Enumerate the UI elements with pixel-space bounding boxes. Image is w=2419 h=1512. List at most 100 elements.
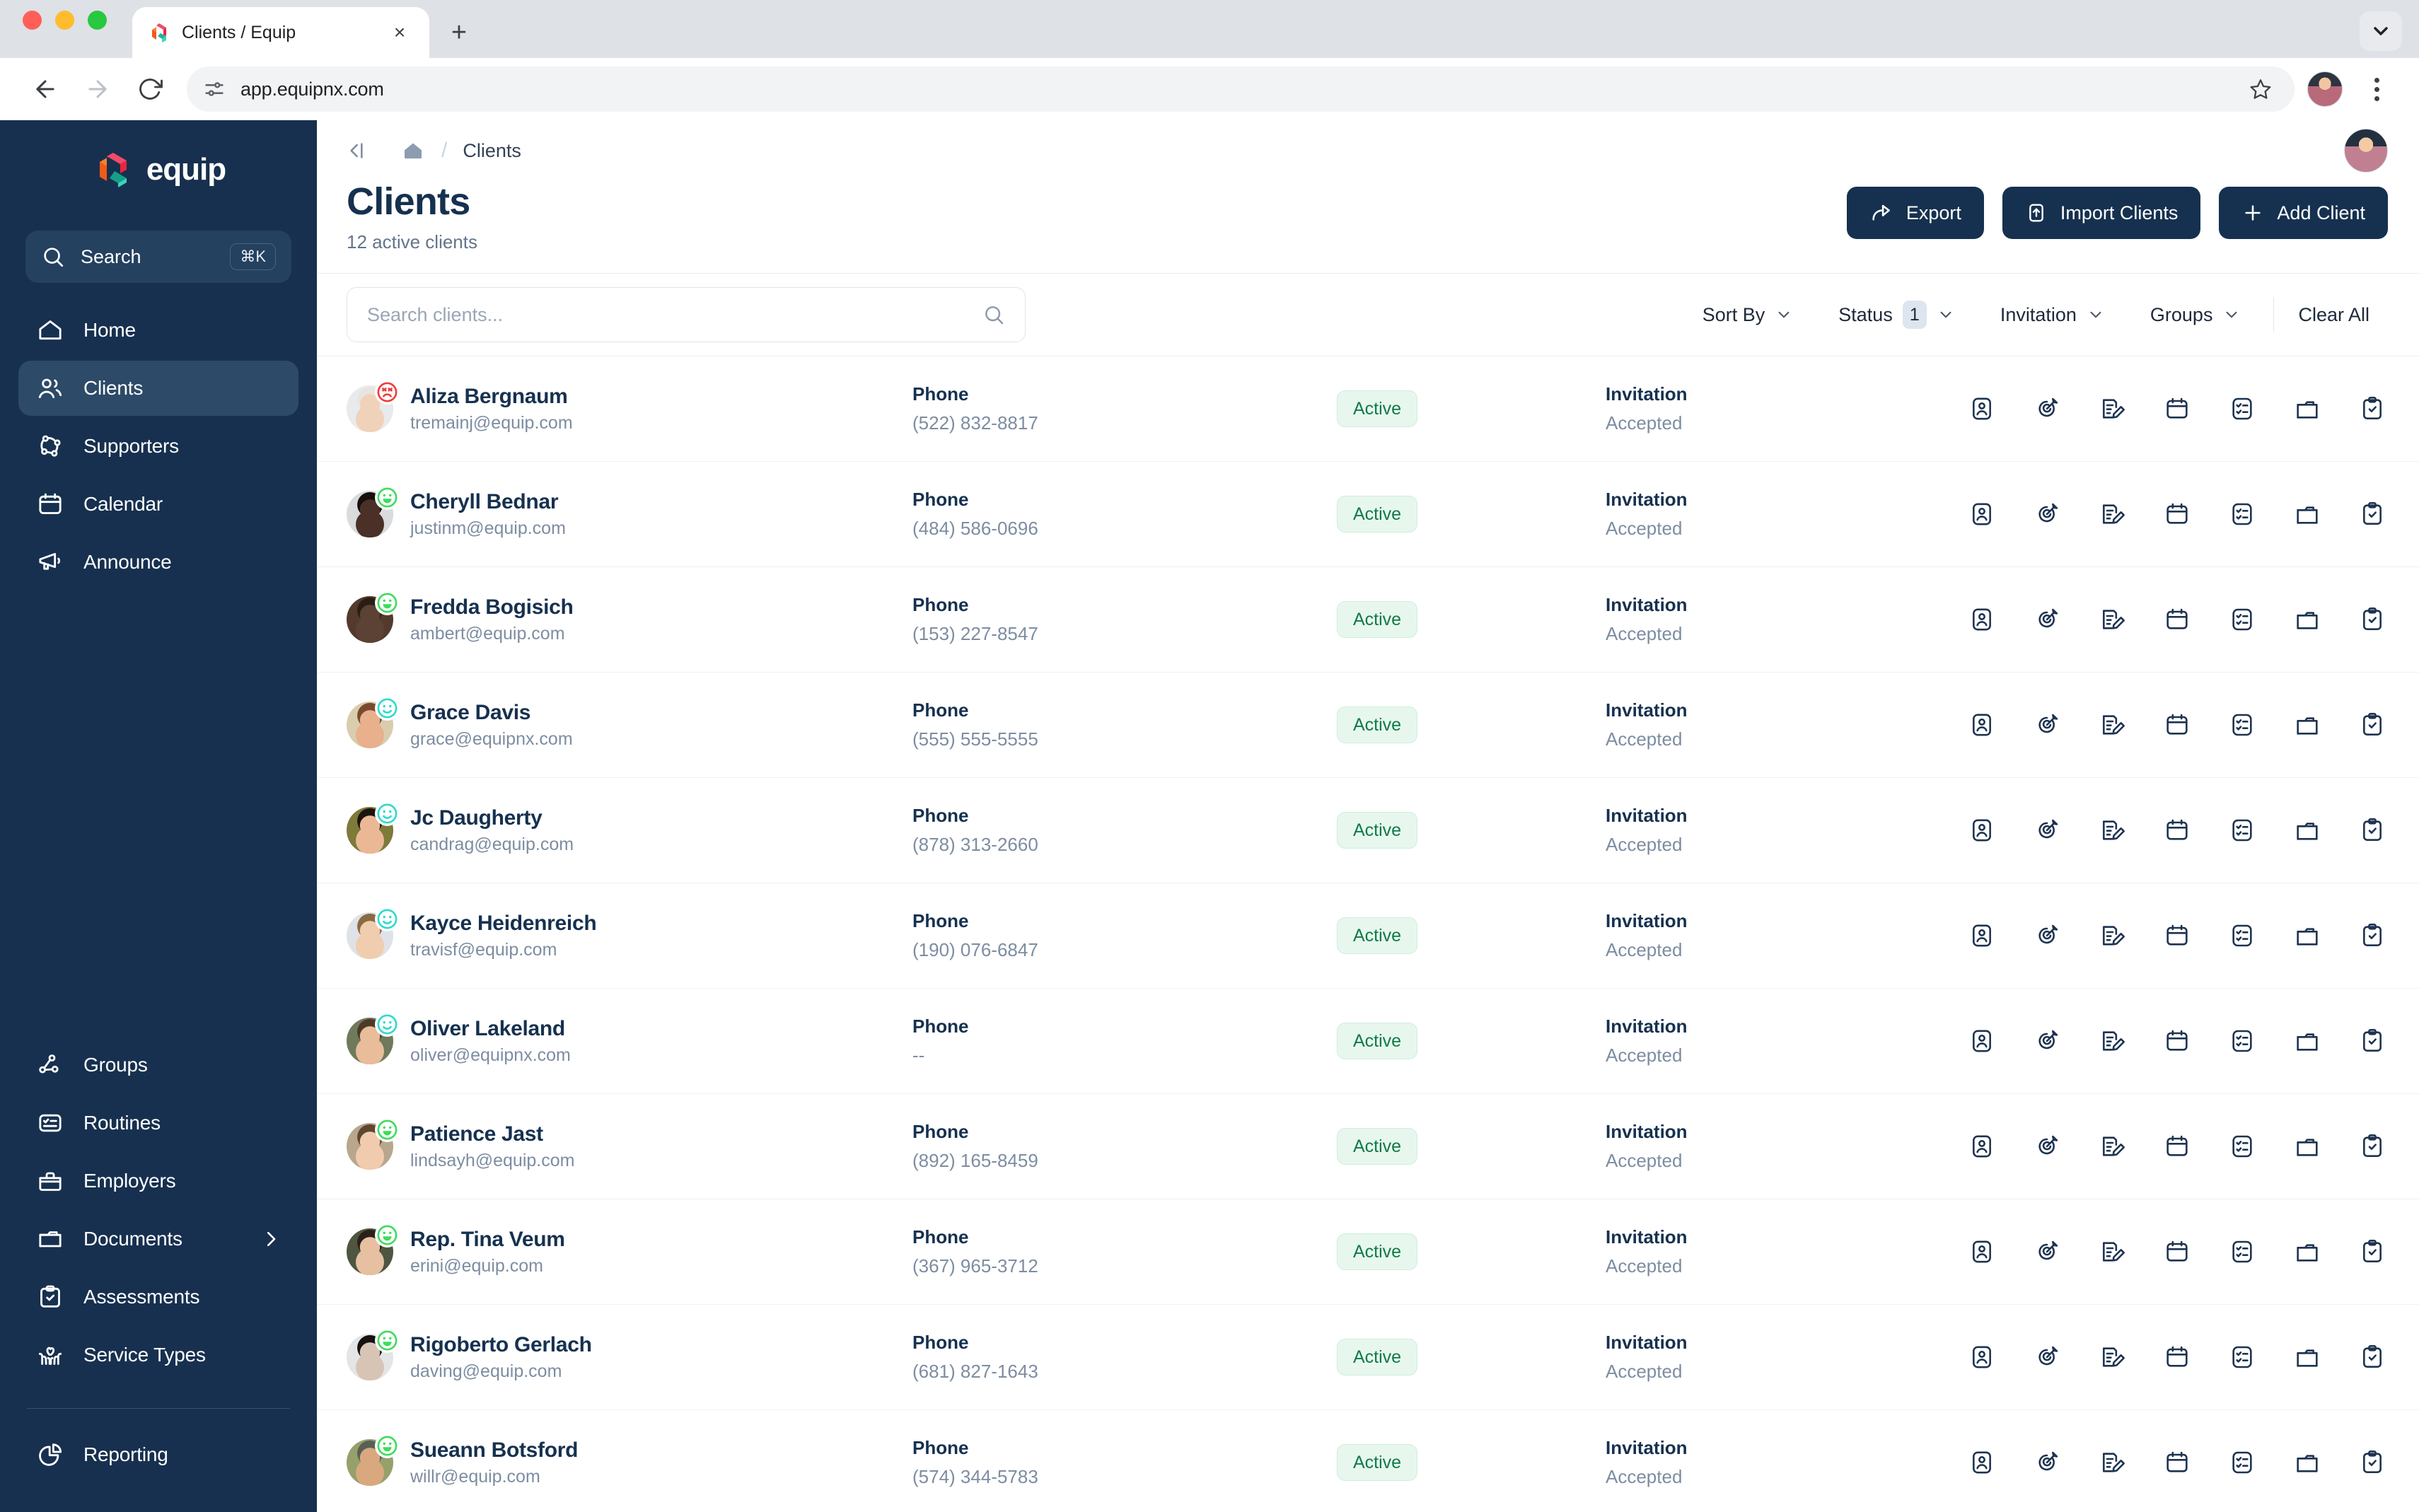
notes-edit-icon[interactable]: [2096, 499, 2128, 530]
table-row[interactable]: Aliza Bergnaumtremainj@equip.comPhone(52…: [317, 356, 2419, 462]
documents-folder-icon[interactable]: [2292, 604, 2323, 635]
profile-card-icon[interactable]: [1966, 1131, 1997, 1162]
assessments-clipboard-icon[interactable]: [2357, 1131, 2388, 1162]
profile-card-icon[interactable]: [1966, 815, 1997, 846]
notes-edit-icon[interactable]: [2096, 1342, 2128, 1373]
client-cell[interactable]: Jc Daughertycandrag@equip.com: [347, 806, 912, 855]
search-input[interactable]: [367, 304, 974, 326]
add-client-button[interactable]: Add Client: [2219, 187, 2388, 239]
back-button[interactable]: [21, 65, 69, 113]
filter-status[interactable]: Status 1: [1816, 301, 1978, 329]
notes-edit-icon[interactable]: [2096, 1236, 2128, 1267]
profile-card-icon[interactable]: [1966, 709, 1997, 740]
profile-card-icon[interactable]: [1966, 1025, 1997, 1057]
table-row[interactable]: Cheryll Bednarjustinm@equip.comPhone(484…: [317, 462, 2419, 567]
client-cell[interactable]: Kayce Heidenreichtravisf@equip.com: [347, 912, 912, 960]
avatar-with-mood[interactable]: [347, 1228, 393, 1275]
calendar-icon[interactable]: [2162, 920, 2193, 951]
avatar-with-mood[interactable]: [347, 1018, 393, 1064]
documents-folder-icon[interactable]: [2292, 1131, 2323, 1162]
notes-edit-icon[interactable]: [2096, 709, 2128, 740]
routines-checklist-icon[interactable]: [2227, 815, 2258, 846]
routines-checklist-icon[interactable]: [2227, 499, 2258, 530]
calendar-icon[interactable]: [2162, 604, 2193, 635]
assessments-clipboard-icon[interactable]: [2357, 920, 2388, 951]
routines-checklist-icon[interactable]: [2227, 1447, 2258, 1478]
notes-edit-icon[interactable]: [2096, 1025, 2128, 1057]
documents-folder-icon[interactable]: [2292, 920, 2323, 951]
assessments-clipboard-icon[interactable]: [2357, 1447, 2388, 1478]
sidebar-item-assessments[interactable]: Assessments: [18, 1269, 298, 1325]
site-settings-icon[interactable]: [202, 77, 226, 101]
table-row[interactable]: Sueann Botsfordwillr@equip.comPhone(574)…: [317, 1410, 2419, 1512]
notes-edit-icon[interactable]: [2096, 920, 2128, 951]
import-clients-button[interactable]: Import Clients: [2002, 187, 2201, 239]
routines-checklist-icon[interactable]: [2227, 1236, 2258, 1267]
export-button[interactable]: Export: [1847, 187, 1984, 239]
tab-close-icon[interactable]: ×: [385, 18, 414, 47]
tab-list-chevron-down-icon[interactable]: [2360, 11, 2402, 51]
calendar-icon[interactable]: [2162, 1342, 2193, 1373]
goals-target-icon[interactable]: [2031, 815, 2063, 846]
avatar-with-mood[interactable]: [347, 1334, 393, 1380]
goals-target-icon[interactable]: [2031, 1342, 2063, 1373]
assessments-clipboard-icon[interactable]: [2357, 499, 2388, 530]
assessments-clipboard-icon[interactable]: [2357, 1342, 2388, 1373]
avatar-with-mood[interactable]: [347, 1123, 393, 1170]
routines-checklist-icon[interactable]: [2227, 1131, 2258, 1162]
profile-card-icon[interactable]: [1966, 1342, 1997, 1373]
reload-button[interactable]: [126, 65, 174, 113]
table-row[interactable]: Patience Jastlindsayh@equip.comPhone(892…: [317, 1094, 2419, 1199]
assessments-clipboard-icon[interactable]: [2357, 1236, 2388, 1267]
clear-all-button[interactable]: Clear All: [2284, 304, 2388, 326]
client-cell[interactable]: Rigoberto Gerlachdaving@equip.com: [347, 1333, 912, 1382]
search-clients-field[interactable]: [347, 287, 1026, 342]
sidebar-item-employers[interactable]: Employers: [18, 1153, 298, 1209]
profile-card-icon[interactable]: [1966, 920, 1997, 951]
address-bar[interactable]: app.equipnx.com: [187, 66, 2295, 112]
sidebar-item-groups[interactable]: Groups: [18, 1037, 298, 1093]
table-row[interactable]: Jc Daughertycandrag@equip.comPhone(878) …: [317, 778, 2419, 883]
profile-card-icon[interactable]: [1966, 604, 1997, 635]
calendar-icon[interactable]: [2162, 709, 2193, 740]
assessments-clipboard-icon[interactable]: [2357, 709, 2388, 740]
maximize-window-button[interactable]: [88, 11, 107, 30]
documents-folder-icon[interactable]: [2292, 393, 2323, 424]
filter-invitation[interactable]: Invitation: [1978, 304, 2128, 326]
avatar-with-mood[interactable]: [347, 807, 393, 854]
routines-checklist-icon[interactable]: [2227, 1342, 2258, 1373]
routines-checklist-icon[interactable]: [2227, 709, 2258, 740]
sidebar-item-supporters[interactable]: Supporters: [18, 419, 298, 474]
profile-card-icon[interactable]: [1966, 499, 1997, 530]
routines-checklist-icon[interactable]: [2227, 920, 2258, 951]
browser-profile-avatar[interactable]: [2307, 71, 2343, 107]
calendar-icon[interactable]: [2162, 1025, 2193, 1057]
minimize-window-button[interactable]: [55, 11, 74, 30]
table-row[interactable]: Rigoberto Gerlachdaving@equip.comPhone(6…: [317, 1305, 2419, 1410]
routines-checklist-icon[interactable]: [2227, 393, 2258, 424]
goals-target-icon[interactable]: [2031, 393, 2063, 424]
sidebar-item-announce[interactable]: Announce: [18, 535, 298, 590]
goals-target-icon[interactable]: [2031, 709, 2063, 740]
notes-edit-icon[interactable]: [2096, 393, 2128, 424]
documents-folder-icon[interactable]: [2292, 499, 2323, 530]
documents-folder-icon[interactable]: [2292, 1447, 2323, 1478]
avatar-with-mood[interactable]: [347, 702, 393, 748]
sidebar-item-service-types[interactable]: Service Types: [18, 1327, 298, 1383]
documents-folder-icon[interactable]: [2292, 1236, 2323, 1267]
client-cell[interactable]: Patience Jastlindsayh@equip.com: [347, 1122, 912, 1171]
routines-checklist-icon[interactable]: [2227, 1025, 2258, 1057]
documents-folder-icon[interactable]: [2292, 1342, 2323, 1373]
bookmark-star-icon[interactable]: [2249, 78, 2272, 100]
notes-edit-icon[interactable]: [2096, 815, 2128, 846]
goals-target-icon[interactable]: [2031, 1236, 2063, 1267]
equip-logo[interactable]: equip: [18, 120, 298, 219]
documents-folder-icon[interactable]: [2292, 815, 2323, 846]
documents-folder-icon[interactable]: [2292, 709, 2323, 740]
profile-card-icon[interactable]: [1966, 1447, 1997, 1478]
client-cell[interactable]: Grace Davisgrace@equipnx.com: [347, 701, 912, 750]
calendar-icon[interactable]: [2162, 1236, 2193, 1267]
search-icon[interactable]: [982, 303, 1005, 326]
goals-target-icon[interactable]: [2031, 499, 2063, 530]
table-row[interactable]: Kayce Heidenreichtravisf@equip.comPhone(…: [317, 883, 2419, 989]
